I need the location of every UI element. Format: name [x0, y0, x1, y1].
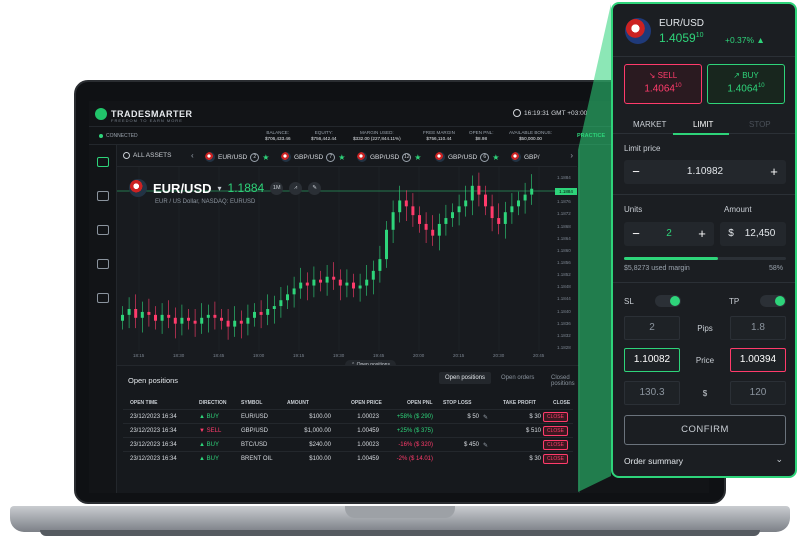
panel-symbol: EUR/USD — [659, 18, 705, 29]
used-margin-text: $5,8273 used margin — [624, 265, 690, 272]
units-value[interactable]: 2 — [650, 222, 688, 246]
amount-currency: $ — [728, 228, 734, 239]
confirm-button[interactable]: CONFIRM — [624, 415, 786, 445]
sl-label: SL — [624, 297, 634, 306]
amount-field[interactable]: $ 12,450 — [720, 222, 786, 246]
sl-amount-input[interactable]: 130.3 — [624, 381, 680, 405]
panel-price-sup: 10 — [695, 32, 704, 39]
sell-label: ↘ SELL — [648, 71, 678, 80]
buy-price-sup: 10 — [757, 83, 765, 89]
tab-stop[interactable]: STOP — [749, 120, 771, 129]
buy-price: 1.406410 — [708, 83, 784, 94]
eur-usd-flag-icon — [625, 18, 651, 44]
order-summary-toggle[interactable]: Order summary — [624, 456, 683, 466]
sell-price-sup: 10 — [674, 83, 682, 89]
tab-limit[interactable]: LIMIT — [693, 120, 713, 129]
margin-usage-bar — [624, 257, 786, 260]
tp-label: TP — [729, 297, 740, 306]
sl-price-input[interactable]: 1.10082 — [624, 348, 680, 372]
panel-price-main: 1.4059 — [659, 31, 696, 45]
tp-price-input[interactable]: 1.00394 — [730, 348, 786, 372]
tp-toggle[interactable] — [760, 295, 786, 307]
used-margin-percent: 58% — [769, 265, 784, 272]
price-label: Price — [695, 356, 715, 365]
divider — [613, 194, 795, 195]
limit-price-value[interactable]: 1.10982 — [654, 160, 756, 184]
sl-toggle[interactable] — [655, 295, 681, 307]
amount-value[interactable]: 12,450 — [738, 222, 782, 246]
panel-price: 1.405910 — [659, 31, 704, 45]
amount-label: Amount — [724, 205, 752, 214]
active-tab-indicator — [673, 133, 729, 135]
limit-price-label: Limit price — [624, 144, 661, 153]
sell-button[interactable]: ↘ SELL 1.406410 — [624, 64, 702, 104]
buy-price-main: 1.4064 — [727, 83, 758, 95]
toggle-knob — [670, 296, 680, 306]
divider — [613, 56, 795, 57]
buy-label-text: BUY — [742, 71, 759, 80]
units-label: Units — [624, 205, 643, 214]
units-stepper[interactable]: − 2 + — [624, 222, 714, 246]
dollar-label: $ — [702, 389, 708, 398]
plus-icon[interactable]: + — [762, 160, 786, 184]
toggle-knob — [775, 296, 785, 306]
minus-icon[interactable]: − — [624, 160, 648, 184]
stage: TRADESMARTER FREEDOM TO EARN MORE 16:19:… — [0, 0, 800, 540]
order-type-tabs: MARKET LIMIT STOP — [613, 114, 795, 135]
tp-pips-input[interactable]: 1.8 — [730, 316, 786, 340]
buy-button[interactable]: ↗ BUY 1.406410 — [707, 64, 785, 104]
panel-change: +0.37% ▲ — [725, 35, 765, 45]
divider — [613, 282, 795, 283]
sell-price: 1.406410 — [625, 83, 701, 94]
panel-header: EUR/USD 1.405910 +0.37% ▲ — [625, 16, 785, 50]
tp-amount-input[interactable]: 120 — [730, 381, 786, 405]
order-panel: EUR/USD 1.405910 +0.37% ▲ ↘ SELL 1.40641… — [611, 2, 797, 478]
sell-price-main: 1.4064 — [644, 83, 675, 95]
pips-label: Pips — [697, 324, 713, 333]
sl-pips-input[interactable]: 2 — [624, 316, 680, 340]
buy-label: ↗ BUY — [733, 71, 759, 80]
limit-price-stepper[interactable]: − 1.10982 + — [624, 160, 786, 184]
margin-usage-fill — [624, 257, 718, 260]
sell-label-text: SELL — [657, 71, 678, 80]
tab-market[interactable]: MARKET — [633, 120, 666, 129]
plus-icon[interactable]: + — [690, 222, 714, 246]
minus-icon[interactable]: − — [624, 222, 648, 246]
chevron-down-icon[interactable]: ⌄ — [775, 454, 783, 465]
